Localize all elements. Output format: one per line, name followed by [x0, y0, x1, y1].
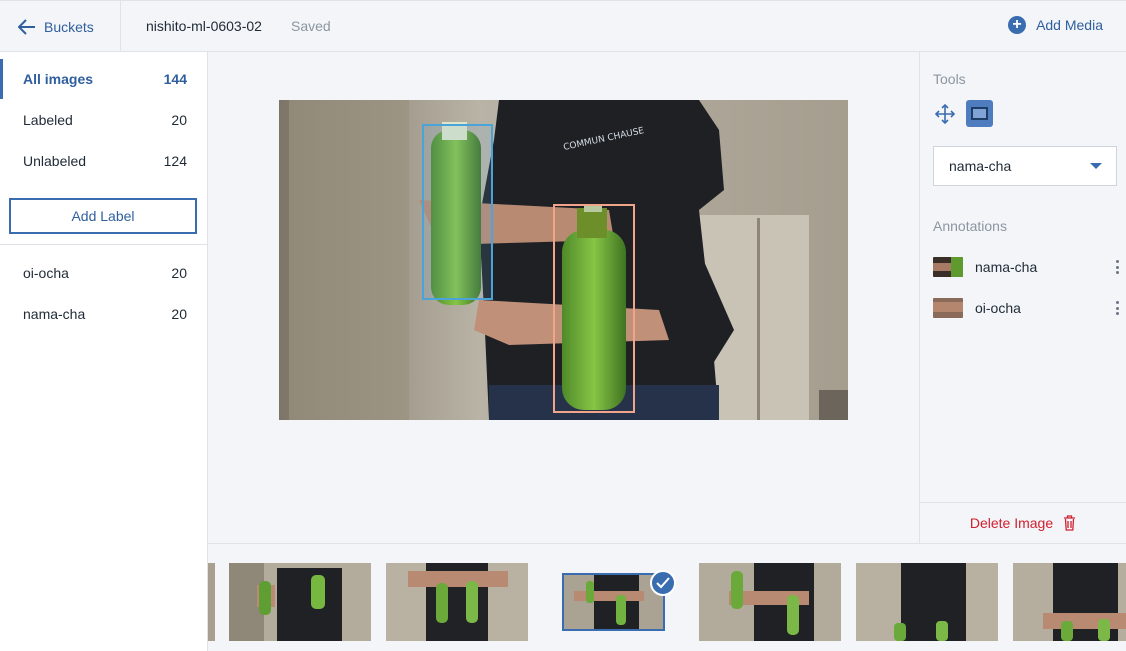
save-status: Saved [291, 18, 331, 34]
delete-image-button[interactable]: Delete Image [920, 502, 1126, 543]
label-count: 20 [171, 265, 187, 281]
label-name: oi-ocha [23, 265, 69, 281]
filter-labeled[interactable]: Labeled 20 [0, 100, 207, 140]
kebab-icon[interactable] [1111, 259, 1123, 275]
annotation-item-oi-ocha[interactable]: oi-ocha [933, 293, 1123, 323]
arrow-left-icon [18, 18, 35, 35]
label-item-oi-ocha[interactable]: oi-ocha 20 [0, 253, 207, 293]
top-bar: Buckets nishito-ml-0603-02 Saved + Add M… [0, 0, 1126, 52]
filmstrip-thumbnail[interactable] [208, 563, 215, 641]
filmstrip-thumbnail[interactable] [1013, 563, 1126, 641]
checkmark-icon [650, 570, 676, 596]
bucket-title: nishito-ml-0603-02 [146, 18, 262, 34]
filmstrip-thumbnail[interactable] [229, 563, 371, 641]
annotation-item-nama-cha[interactable]: nama-cha [933, 252, 1123, 282]
right-panel: Tools nama-cha Annotations nama-cha oi-o… [919, 52, 1126, 543]
annotation-thumbnail [933, 298, 963, 318]
filter-label: All images [23, 71, 94, 87]
back-to-buckets-button[interactable]: Buckets [0, 1, 121, 52]
filmstrip-thumbnail[interactable] [699, 563, 841, 641]
filmstrip-thumbnail[interactable] [856, 563, 998, 641]
caret-down-icon [1090, 163, 1102, 169]
sidebar-divider [0, 244, 207, 245]
selected-label-value: nama-cha [949, 158, 1012, 174]
add-media-label: Add Media [1036, 17, 1103, 33]
add-media-button[interactable]: + Add Media [1008, 16, 1103, 34]
annotation-label: oi-ocha [975, 300, 1021, 316]
label-name: nama-cha [23, 306, 86, 322]
label-count: 20 [171, 306, 187, 322]
image-filmstrip[interactable] [208, 543, 1126, 651]
photo-illustration: COMMUN CHAUSE [279, 100, 848, 420]
bounding-box-tool-button[interactable] [966, 100, 993, 127]
annotations-heading: Annotations [933, 218, 1007, 234]
sidebar: All images 144 Labeled 20 Unlabeled 124 … [0, 52, 208, 651]
label-item-nama-cha[interactable]: nama-cha 20 [0, 294, 207, 334]
move-arrows-icon[interactable] [934, 103, 956, 125]
filter-count: 20 [171, 112, 187, 128]
filter-label: Unlabeled [23, 153, 87, 169]
image-being-annotated[interactable]: COMMUN CHAUSE [279, 100, 848, 420]
filter-label: Labeled [23, 112, 73, 128]
add-label-button[interactable]: Add Label [9, 198, 197, 234]
tools-heading: Tools [933, 71, 966, 87]
filter-unlabeled[interactable]: Unlabeled 124 [0, 141, 207, 181]
filter-count: 144 [163, 71, 187, 87]
plus-circle-icon: + [1008, 16, 1027, 34]
filter-count: 124 [163, 153, 187, 169]
delete-image-label: Delete Image [969, 515, 1054, 531]
trash-icon [1064, 515, 1076, 531]
filmstrip-thumbnail[interactable] [386, 563, 528, 641]
kebab-icon[interactable] [1111, 300, 1123, 316]
label-select-dropdown[interactable]: nama-cha [933, 146, 1117, 186]
back-label: Buckets [44, 18, 94, 35]
bounding-box-icon [971, 107, 988, 120]
filter-all-images[interactable]: All images 144 [0, 59, 207, 99]
annotation-thumbnail [933, 257, 963, 277]
annotation-label: nama-cha [975, 259, 1038, 275]
annotation-canvas[interactable]: COMMUN CHAUSE [208, 52, 919, 543]
